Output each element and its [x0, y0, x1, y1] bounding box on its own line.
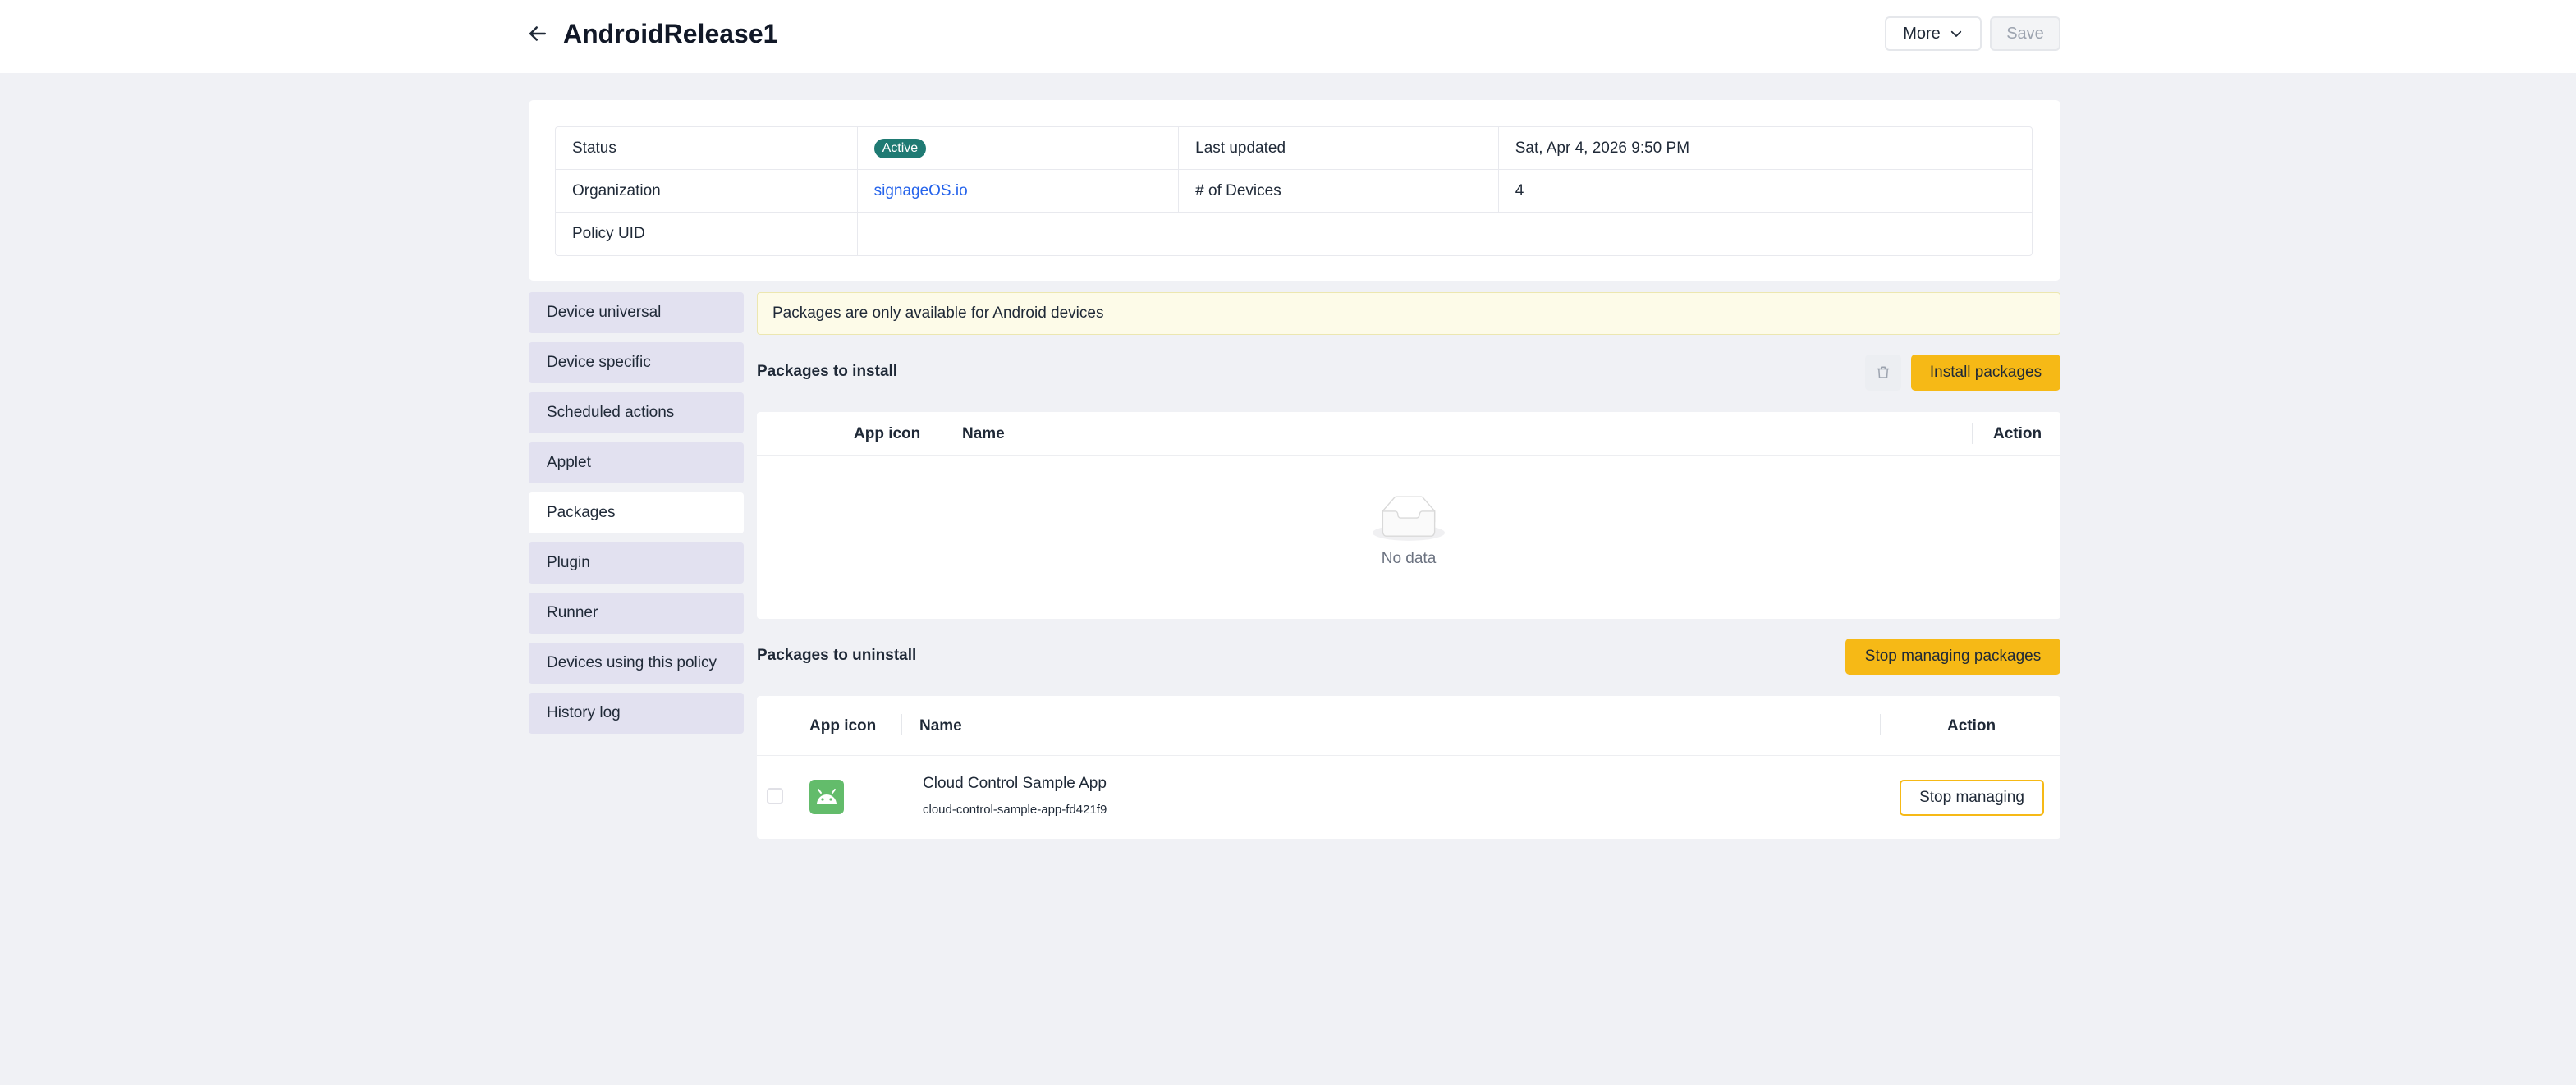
- stop-managing-packages-button[interactable]: Stop managing packages: [1845, 639, 2060, 675]
- android-only-notice: Packages are only available for Android …: [757, 292, 2060, 335]
- sidebar-item-scheduled-actions[interactable]: Scheduled actions: [529, 392, 744, 433]
- install-col-action: Action: [1993, 425, 2042, 442]
- policy-info-card: Status Active Last updated Sat, Apr 4, 2…: [529, 100, 2060, 281]
- organization-label: Organization: [556, 170, 858, 212]
- app-name: Cloud Control Sample App: [923, 775, 1107, 792]
- save-button[interactable]: Save: [1990, 16, 2060, 51]
- install-col-app-icon: App icon: [854, 425, 921, 442]
- status-label: Status: [556, 127, 858, 169]
- column-divider: [901, 714, 902, 735]
- top-bar: AndroidRelease1 More Save: [0, 0, 2576, 73]
- android-icon: [817, 789, 837, 804]
- sidebar-item-device-specific[interactable]: Device specific: [529, 342, 744, 383]
- column-divider: [1972, 423, 1973, 444]
- sidebar-item-packages[interactable]: Packages: [529, 492, 744, 533]
- install-section-title: Packages to install: [757, 363, 898, 380]
- install-col-name: Name: [962, 425, 1005, 442]
- header-divider: [757, 755, 2060, 756]
- devices-value: 4: [1515, 181, 1524, 199]
- uninstall-col-name: Name: [919, 717, 962, 735]
- organization-cell: signageOS.io: [858, 170, 1180, 212]
- policy-info-table: Status Active Last updated Sat, Apr 4, 2…: [555, 126, 2033, 256]
- column-divider: [1880, 714, 1881, 735]
- sidebar-item-history-log[interactable]: History log: [529, 693, 744, 734]
- app-package-id: cloud-control-sample-app-fd421f9: [923, 803, 1107, 817]
- sidebar-item-applet[interactable]: Applet: [529, 442, 744, 483]
- sidebar-item-device-universal[interactable]: Device universal: [529, 292, 744, 333]
- last-updated-value: Sat, Apr 4, 2026 9:50 PM: [1515, 139, 1690, 157]
- delete-button[interactable]: [1865, 355, 1901, 391]
- sidebar-item-devices-using-policy[interactable]: Devices using this policy: [529, 643, 744, 684]
- inbox-empty-icon: [1373, 496, 1445, 541]
- uninstall-packages-table: App icon Name Action Cloud Control Sampl…: [757, 696, 2060, 839]
- arrow-left-icon[interactable]: [525, 21, 550, 46]
- devices-label: # of Devices: [1179, 170, 1499, 212]
- more-button[interactable]: More: [1885, 16, 1982, 51]
- empty-state-text: No data: [1381, 550, 1437, 567]
- page-title: AndroidRelease1: [563, 19, 778, 48]
- last-updated-label: Last updated: [1179, 127, 1499, 169]
- sidebar-item-runner[interactable]: Runner: [529, 593, 744, 634]
- uninstall-col-action: Action: [1947, 717, 1996, 735]
- uninstall-section-title: Packages to uninstall: [757, 647, 917, 664]
- policy-uid-value: [858, 213, 2032, 255]
- sidebar-item-plugin[interactable]: Plugin: [529, 542, 744, 584]
- uninstall-col-app-icon: App icon: [809, 717, 877, 735]
- install-packages-table: App icon Name Action No data: [757, 412, 2060, 619]
- organization-link[interactable]: signageOS.io: [874, 182, 968, 200]
- info-row-status: Status Active Last updated Sat, Apr 4, 2…: [556, 127, 2032, 170]
- info-row-organization: Organization signageOS.io # of Devices 4: [556, 170, 2032, 213]
- policy-uid-label: Policy UID: [556, 213, 858, 255]
- status-cell: Active: [858, 127, 1180, 169]
- install-packages-button[interactable]: Install packages: [1911, 355, 2060, 391]
- policy-sidebar: Device universal Device specific Schedul…: [529, 292, 744, 743]
- header-divider: [757, 455, 2060, 456]
- trash-icon: [1877, 366, 1890, 378]
- info-row-policy-uid: Policy UID: [556, 213, 2032, 255]
- app-icon: [809, 780, 844, 814]
- status-badge: Active: [873, 138, 927, 158]
- more-button-label: More: [1903, 24, 1941, 43]
- stop-managing-button[interactable]: Stop managing: [1900, 780, 2044, 816]
- chevron-down-icon: [1950, 30, 1961, 37]
- row-checkbox[interactable]: [767, 788, 783, 804]
